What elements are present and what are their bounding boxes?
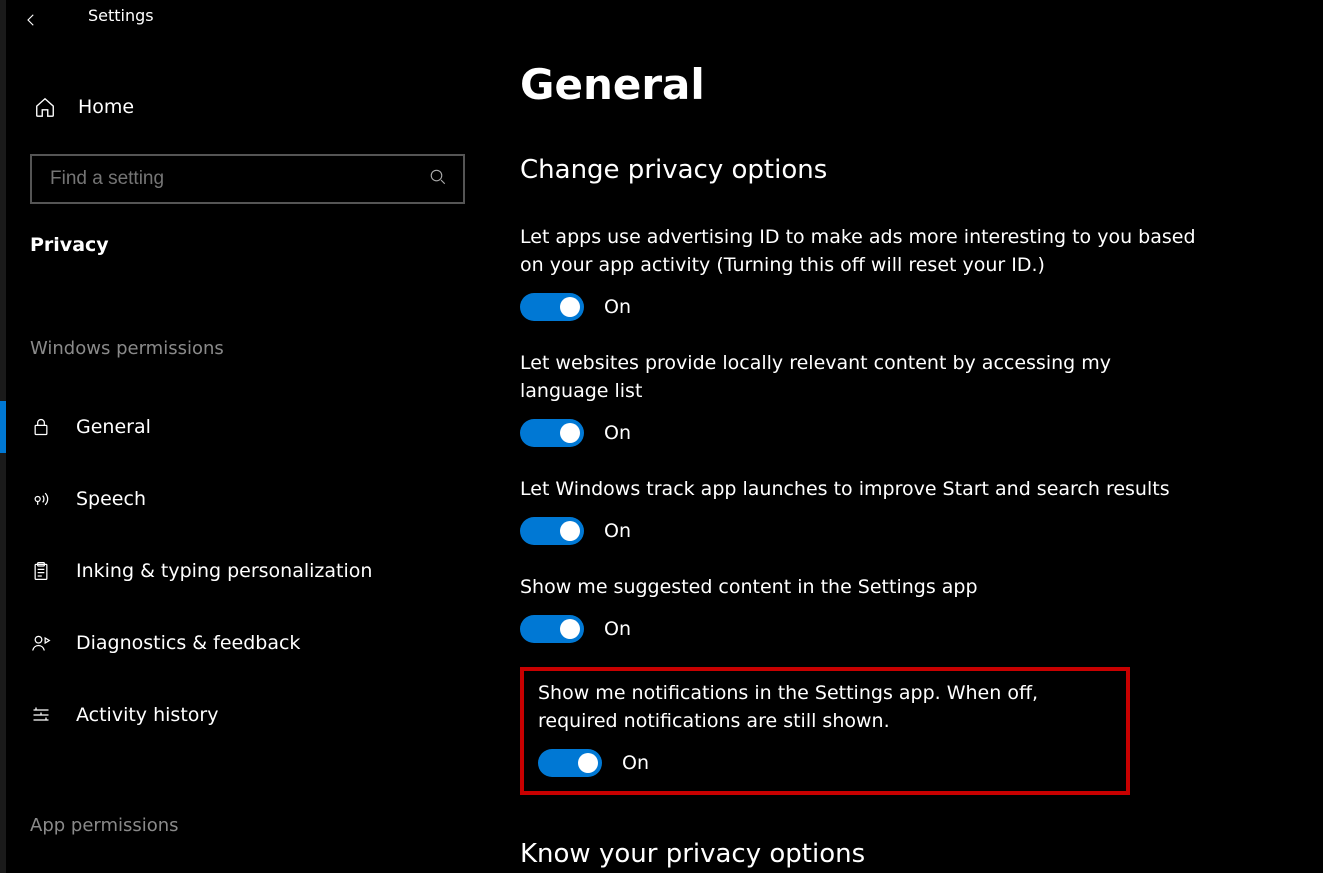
sidebar-item-label: Diagnostics & feedback: [76, 632, 300, 654]
sidebar: Settings Home Privacy Windows permission…: [0, 0, 485, 873]
setting-label: Let websites provide locally relevant co…: [520, 349, 1200, 405]
highlighted-setting-box: Show me notifications in the Settings ap…: [520, 667, 1130, 795]
sidebar-group-app-permissions: App permissions: [6, 815, 485, 836]
home-label: Home: [78, 96, 134, 118]
toggle-state: On: [604, 520, 631, 542]
toggle-notifications[interactable]: [538, 749, 602, 777]
toggle-language-list[interactable]: [520, 419, 584, 447]
sidebar-group-windows-permissions: Windows permissions: [6, 338, 485, 359]
setting-label: Show me notifications in the Settings ap…: [538, 679, 1112, 735]
toggle-state: On: [604, 296, 631, 318]
main-content: General Change privacy options Let apps …: [485, 0, 1323, 873]
feedback-icon: [30, 632, 52, 654]
activity-icon: [30, 704, 52, 726]
toggle-advertising-id[interactable]: [520, 293, 584, 321]
setting-notifications: Show me notifications in the Settings ap…: [538, 679, 1112, 777]
sidebar-item-label: Speech: [76, 488, 146, 510]
sidebar-section-title: Privacy: [6, 204, 485, 256]
toggle-app-launches[interactable]: [520, 517, 584, 545]
sidebar-item-diagnostics[interactable]: Diagnostics & feedback: [6, 607, 485, 679]
setting-app-launches: Let Windows track app launches to improv…: [520, 475, 1200, 545]
sidebar-item-inking[interactable]: Inking & typing personalization: [6, 535, 485, 607]
setting-suggested-content: Show me suggested content in the Setting…: [520, 573, 1200, 643]
clipboard-icon: [30, 560, 52, 582]
speech-icon: [30, 488, 52, 510]
setting-language-list: Let websites provide locally relevant co…: [520, 349, 1200, 447]
back-arrow-icon: [22, 11, 40, 29]
sidebar-item-label: Inking & typing personalization: [76, 560, 372, 582]
sidebar-item-home[interactable]: Home: [6, 84, 485, 130]
sidebar-item-activity-history[interactable]: Activity history: [6, 679, 485, 751]
sidebar-nav-list: General Speech Inking & typing personali…: [6, 391, 485, 751]
setting-advertising-id: Let apps use advertising ID to make ads …: [520, 223, 1200, 321]
toggle-suggested-content[interactable]: [520, 615, 584, 643]
titlebar: Settings: [6, 0, 485, 40]
subheading-know-privacy: Know your privacy options: [520, 839, 1323, 869]
setting-label: Let apps use advertising ID to make ads …: [520, 223, 1200, 279]
toggle-state: On: [604, 422, 631, 444]
toggle-state: On: [622, 752, 649, 774]
page-title: General: [520, 60, 1323, 109]
sidebar-item-label: Activity history: [76, 704, 218, 726]
setting-label: Let Windows track app launches to improv…: [520, 475, 1200, 503]
app-title: Settings: [88, 6, 154, 25]
back-button[interactable]: [6, 6, 56, 34]
lock-icon: [30, 416, 52, 438]
sidebar-item-speech[interactable]: Speech: [6, 463, 485, 535]
sidebar-item-label: General: [76, 416, 151, 438]
search-wrap: [30, 154, 465, 204]
sidebar-item-general[interactable]: General: [6, 391, 485, 463]
home-icon: [34, 96, 56, 118]
setting-label: Show me suggested content in the Setting…: [520, 573, 1200, 601]
subheading-change-privacy: Change privacy options: [520, 155, 1323, 185]
search-input[interactable]: [30, 154, 465, 204]
toggle-state: On: [604, 618, 631, 640]
